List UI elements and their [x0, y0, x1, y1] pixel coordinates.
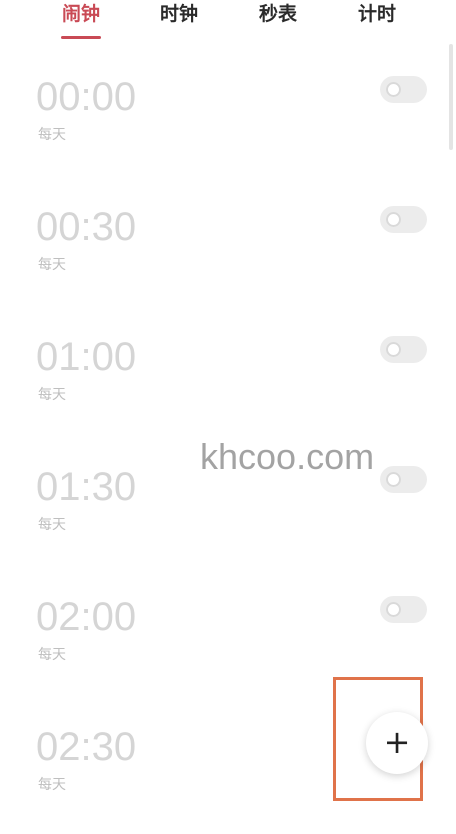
toggle-knob	[386, 342, 401, 357]
alarm-repeat: 每天	[38, 387, 66, 403]
alarm-toggle[interactable]	[380, 336, 427, 363]
alarm-item[interactable]: 01:30 每天	[0, 464, 456, 574]
alarm-repeat: 每天	[38, 517, 66, 533]
alarm-time: 01:30	[36, 465, 137, 509]
watermark-text: khcoo.com	[200, 436, 375, 477]
toggle-knob	[386, 472, 401, 487]
plus-icon: +	[383, 723, 411, 761]
toggle-knob	[386, 212, 401, 227]
alarm-time: 00:30	[36, 205, 137, 249]
alarm-toggle[interactable]	[380, 76, 427, 103]
alarm-time: 00:00	[36, 75, 137, 119]
alarm-repeat: 每天	[38, 777, 66, 793]
alarm-repeat: 每天	[38, 257, 66, 273]
alarm-toggle[interactable]	[380, 206, 427, 233]
alarm-item[interactable]: 00:30 每天	[0, 204, 456, 314]
toggle-knob	[386, 602, 401, 617]
alarm-toggle[interactable]	[380, 596, 427, 623]
alarm-time: 02:30	[36, 725, 137, 769]
add-alarm-button[interactable]: +	[366, 712, 428, 774]
toggle-knob	[386, 82, 401, 97]
alarm-item[interactable]: 01:00 每天	[0, 334, 456, 444]
alarm-toggle[interactable]	[380, 466, 427, 493]
alarm-repeat: 每天	[38, 127, 66, 143]
alarm-time: 01:00	[36, 335, 137, 379]
alarm-item[interactable]: 00:00 每天	[0, 74, 456, 184]
alarm-time: 02:00	[36, 595, 137, 639]
alarm-repeat: 每天	[38, 647, 66, 663]
